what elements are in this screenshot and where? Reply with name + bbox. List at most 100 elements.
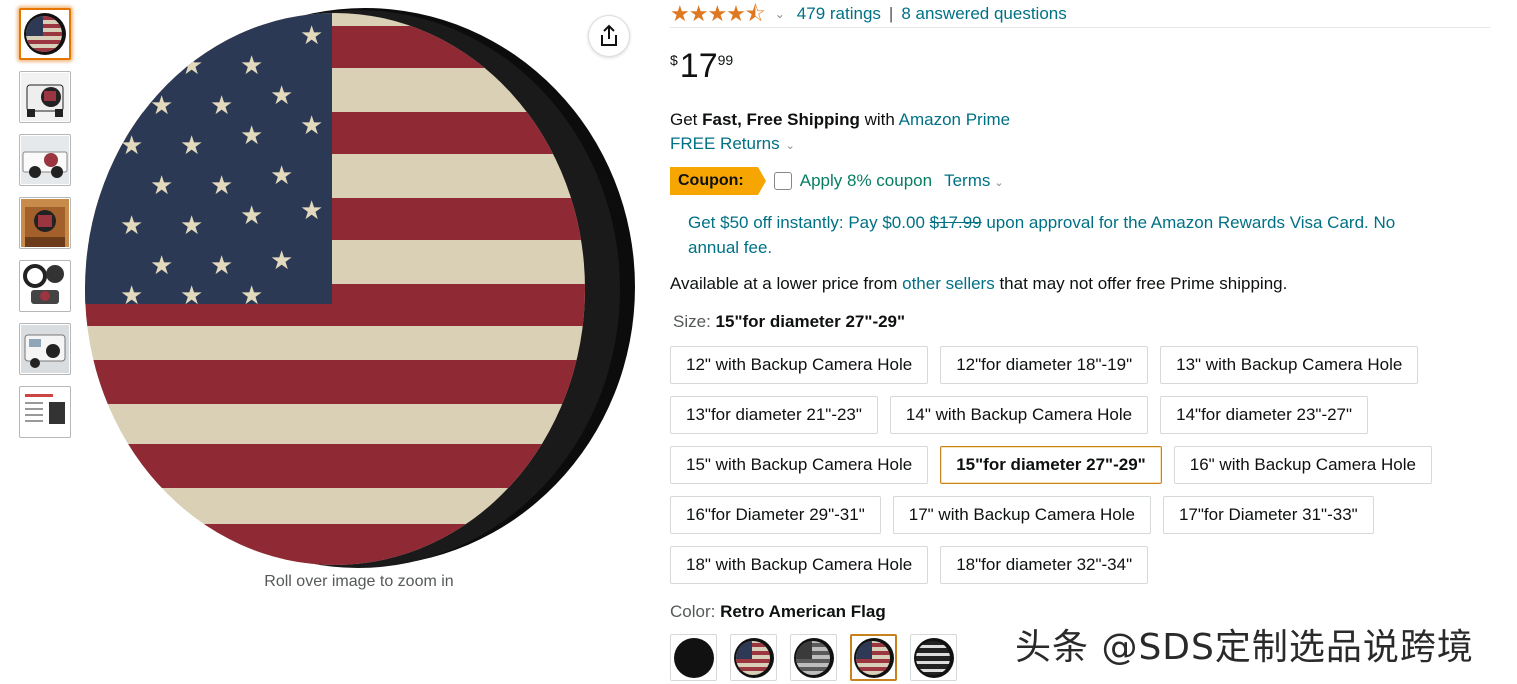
svg-text:★: ★ xyxy=(270,246,293,276)
svg-text:★: ★ xyxy=(120,211,143,241)
retro-flag-cover-icon xyxy=(733,637,774,678)
svg-text:★: ★ xyxy=(270,81,293,111)
rating-row: ★★★★⯪ ⌄ 479 ratings | 8 answered questio… xyxy=(670,0,1490,28)
size-option[interactable]: 14" with Backup Camera Hole xyxy=(889,396,1149,434)
thumbnail-jeep-orange[interactable] xyxy=(19,197,71,249)
share-button[interactable] xyxy=(588,15,630,57)
answered-questions-link[interactable]: 8 answered questions xyxy=(901,4,1066,24)
size-chart-image xyxy=(21,388,69,436)
jeep-white-image xyxy=(21,136,69,184)
main-product-image[interactable]: ★ ★ ★ ★ ★ ★ ★ ★ ★ ★ ★ ★ ★ ★ ★ ★ ★ ★ ★ ★ ★ ★ ★ xyxy=(80,4,640,570)
swatch-gray-flag[interactable] xyxy=(790,634,837,681)
rv-image xyxy=(21,325,69,373)
svg-text:★: ★ xyxy=(300,111,323,141)
other-sellers-link[interactable]: other sellers xyxy=(902,274,995,293)
separator: | xyxy=(888,3,894,23)
cover-variants-image xyxy=(21,262,69,310)
amazon-prime-link[interactable]: Amazon Prime xyxy=(899,110,1010,129)
price-fraction: 99 xyxy=(717,52,734,68)
gray-flag-cover-icon xyxy=(793,637,834,678)
swatch-black[interactable] xyxy=(670,634,717,681)
svg-text:★: ★ xyxy=(210,171,233,201)
rating-stars[interactable]: ★★★★⯪ xyxy=(670,2,766,25)
ratings-link[interactable]: 479 ratings xyxy=(797,4,881,24)
promo-strikethrough-price: $17.99 xyxy=(929,213,982,232)
svg-text:★: ★ xyxy=(180,211,203,241)
swatch-black-white-flag[interactable] xyxy=(910,634,957,681)
svg-text:★: ★ xyxy=(240,201,263,231)
flag-tire-icon xyxy=(24,13,66,55)
size-option[interactable]: 16" with Backup Camera Hole xyxy=(1173,446,1432,484)
svg-text:★: ★ xyxy=(180,281,203,311)
coupon-checkbox[interactable] xyxy=(773,172,792,190)
price-whole: 17 xyxy=(679,47,718,85)
availability-prefix: Available at a lower price from xyxy=(670,274,903,293)
thumbnail-size-chart[interactable] xyxy=(19,386,71,438)
size-label: Size: 15"for diameter 27"-29" xyxy=(673,310,1490,334)
price: $ 17 99 xyxy=(670,48,1490,88)
swatch-retro-flag[interactable] xyxy=(730,634,777,681)
availability-suffix: that may not offer free Prime shipping. xyxy=(994,274,1288,293)
size-option[interactable]: 18" with Backup Camera Hole xyxy=(670,546,929,584)
color-label-prefix: Color: xyxy=(670,602,721,621)
size-label-prefix: Size: xyxy=(673,312,716,331)
size-option-selected[interactable]: 15"for diameter 27"-29" xyxy=(940,446,1162,484)
svg-text:★: ★ xyxy=(150,171,173,201)
thumbnail-cover-variants[interactable] xyxy=(19,260,71,312)
shipping-middle: with xyxy=(859,110,899,129)
chevron-down-icon[interactable]: ⌄ xyxy=(775,7,785,21)
chevron-down-icon: ⌄ xyxy=(994,177,1004,189)
terms-label: Terms xyxy=(944,171,991,190)
shipping-info: Get Fast, Free Shipping with Amazon Prim… xyxy=(670,108,1490,132)
free-returns-label: FREE Returns xyxy=(670,134,780,153)
swatch-retro-flag-selected[interactable] xyxy=(850,634,897,681)
promo-text-1: Get $50 off instantly: Pay $0.00 xyxy=(688,213,930,232)
chevron-down-icon: ⌄ xyxy=(785,140,795,152)
svg-text:★: ★ xyxy=(300,196,323,226)
product-details: ★★★★⯪ ⌄ 479 ratings | 8 answered questio… xyxy=(670,0,1490,681)
thumbnail-strip xyxy=(19,8,71,449)
black-white-flag-cover-icon xyxy=(913,637,954,678)
coupon-terms-link[interactable]: Terms ⌄ xyxy=(944,171,1004,191)
coupon-row: Coupon: Apply 8% coupon Terms ⌄ xyxy=(670,166,1490,196)
svg-text:★: ★ xyxy=(240,121,263,151)
svg-text:★: ★ xyxy=(240,281,263,311)
availability-note: Available at a lower price from other se… xyxy=(670,272,1490,296)
zoom-hint: Roll over image to zoom in xyxy=(264,573,454,590)
size-option[interactable]: 13" with Backup Camera Hole xyxy=(1160,346,1419,384)
size-option[interactable]: 12"for diameter 18"-19" xyxy=(940,346,1149,384)
svg-text:★: ★ xyxy=(150,251,173,281)
svg-text:★: ★ xyxy=(180,51,203,81)
thumbnail-flag-cover[interactable] xyxy=(19,8,71,60)
svg-text:★: ★ xyxy=(150,91,173,121)
shipping-bold: Fast, Free Shipping xyxy=(702,110,860,129)
thumbnail-jeep-white[interactable] xyxy=(19,134,71,186)
visa-promo-link[interactable]: Get $50 off instantly: Pay $0.00 $17.99 … xyxy=(688,210,1448,260)
color-selected-value: Retro American Flag xyxy=(720,602,886,621)
svg-text:★: ★ xyxy=(180,131,203,161)
price-symbol: $ xyxy=(670,52,678,68)
svg-text:★: ★ xyxy=(270,161,293,191)
free-returns[interactable]: FREE Returns ⌄ xyxy=(670,132,1490,158)
svg-text:★: ★ xyxy=(210,251,233,281)
size-option[interactable]: 17" with Backup Camera Hole xyxy=(892,496,1151,534)
size-option[interactable]: 18"for diameter 32"-34" xyxy=(940,546,1149,584)
thumbnail-rv[interactable] xyxy=(19,323,71,375)
svg-text:★: ★ xyxy=(300,21,323,51)
black-cover-icon xyxy=(673,637,714,678)
coupon-badge: Coupon: xyxy=(670,167,766,195)
size-option[interactable]: 12" with Backup Camera Hole xyxy=(670,346,929,384)
thumbnail-jeep-rear[interactable] xyxy=(19,71,71,123)
watermark: 头条 @SDS定制选品说跨境 xyxy=(1015,627,1474,668)
svg-text:★: ★ xyxy=(120,131,143,161)
svg-text:★: ★ xyxy=(120,281,143,311)
apply-coupon-label[interactable]: Apply 8% coupon xyxy=(800,171,932,191)
svg-text:★: ★ xyxy=(240,51,263,81)
size-option[interactable]: 16"for Diameter 29"-31" xyxy=(670,496,881,534)
shipping-prefix: Get xyxy=(670,110,703,129)
size-option[interactable]: 17"for Diameter 31"-33" xyxy=(1162,496,1374,534)
share-icon xyxy=(601,24,617,46)
size-option[interactable]: 14"for diameter 23"-27" xyxy=(1160,396,1369,434)
size-option[interactable]: 13"for diameter 21"-23" xyxy=(670,396,878,434)
size-option[interactable]: 15" with Backup Camera Hole xyxy=(670,446,929,484)
